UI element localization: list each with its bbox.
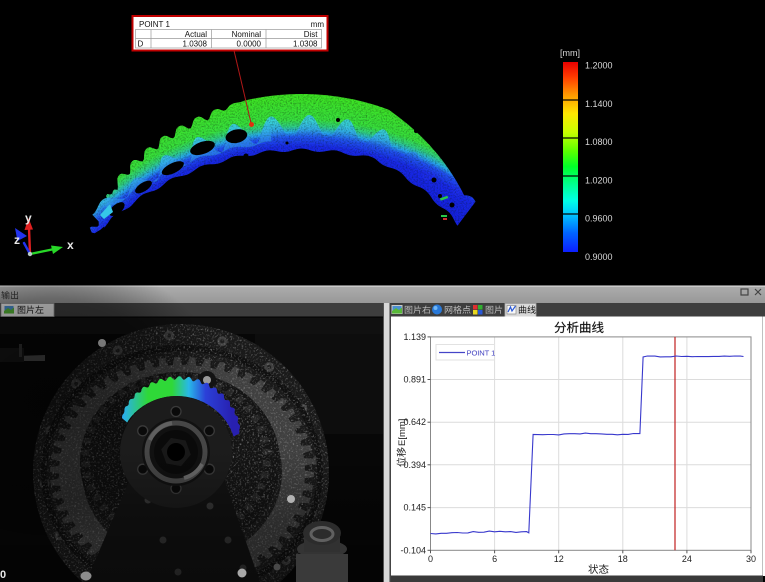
svg-text:0.394: 0.394: [403, 460, 426, 470]
svg-text:0.9000: 0.9000: [585, 252, 613, 262]
svg-text:y: y: [25, 211, 32, 225]
svg-text:POINT 1: POINT 1: [467, 348, 496, 357]
svg-text:x: x: [67, 238, 74, 252]
svg-text:Nominal: Nominal: [232, 30, 262, 39]
svg-text:1.0200: 1.0200: [585, 175, 613, 185]
svg-text:Dist: Dist: [304, 30, 319, 39]
svg-text:mm: mm: [311, 20, 325, 29]
svg-text:Actual: Actual: [185, 30, 207, 39]
svg-text:-0.104: -0.104: [400, 545, 426, 555]
svg-text:POINT 1: POINT 1: [139, 20, 171, 29]
svg-text:[mm]: [mm]: [560, 48, 580, 58]
svg-text:0: 0: [0, 569, 6, 581]
svg-text:0.145: 0.145: [403, 503, 426, 513]
svg-text:12: 12: [554, 554, 564, 564]
svg-text:1.2000: 1.2000: [585, 61, 613, 71]
svg-text:1.0308: 1.0308: [183, 40, 208, 49]
svg-text:z: z: [14, 233, 20, 247]
svg-text:18: 18: [618, 554, 628, 564]
svg-text:0.891: 0.891: [403, 375, 426, 385]
svg-text:6: 6: [492, 554, 497, 564]
svg-text:0.9600: 0.9600: [585, 214, 613, 224]
svg-text:1.1400: 1.1400: [585, 99, 613, 109]
svg-text:30: 30: [746, 554, 756, 564]
svg-text:D: D: [138, 40, 144, 49]
svg-text:0: 0: [428, 554, 433, 564]
svg-text:0.0000: 0.0000: [237, 40, 262, 49]
svg-text:1.0800: 1.0800: [585, 137, 613, 147]
svg-text:24: 24: [682, 554, 692, 564]
svg-text:E[mm]: E[mm]: [397, 419, 408, 446]
svg-text:1.139: 1.139: [403, 332, 426, 342]
svg-text:1.0308: 1.0308: [293, 40, 318, 49]
